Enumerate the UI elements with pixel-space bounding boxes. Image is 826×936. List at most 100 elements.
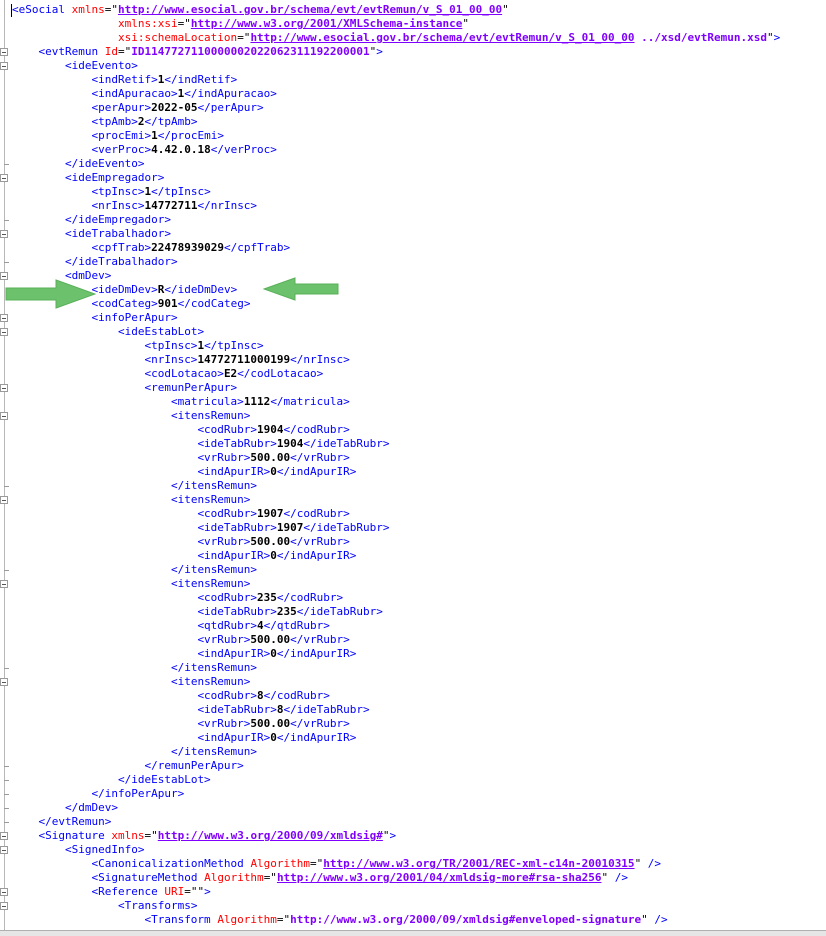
token-tag: <itensRemun> — [170, 675, 251, 688]
token-txt: 1904 — [257, 423, 284, 436]
fold-toggle-icon[interactable] — [0, 678, 8, 686]
fold-end-marker — [4, 780, 9, 781]
xml-editor[interactable]: <eSocial xmlns="http://www.esocial.gov.b… — [0, 0, 826, 930]
fold-toggle-icon[interactable] — [0, 832, 8, 840]
code-area[interactable]: <eSocial xmlns="http://www.esocial.gov.b… — [12, 3, 826, 927]
fold-toggle-icon[interactable] — [0, 888, 8, 896]
token-tag: <ideDmDev> — [91, 283, 158, 296]
code-line: </ideEvento> — [12, 157, 826, 171]
code-line: <indApuracao>1</indApuracao> — [12, 87, 826, 101]
token-tag: </codCateg> — [177, 297, 251, 310]
token-tag: </evtRemun> — [38, 815, 112, 828]
fold-toggle-icon[interactable] — [0, 846, 8, 854]
token-tag: <Transforms> — [117, 899, 198, 912]
fold-toggle-icon[interactable] — [0, 314, 8, 322]
token-txt: 500.00 — [250, 451, 291, 464]
token-tag: <evtRemun — [38, 45, 105, 58]
fold-toggle-icon[interactable] — [0, 902, 8, 910]
token-tag: <indApuracao> — [91, 87, 178, 100]
token-q: =" — [237, 31, 251, 44]
token-tag: <qtdRubr> — [197, 619, 258, 632]
code-line: <ideTabRubr>1907</ideTabRubr> — [12, 521, 826, 535]
token-tag: > — [204, 885, 211, 898]
token-valplain: ../xsd/evtRemun.xsd — [634, 31, 767, 44]
token-tag: </itensRemun> — [170, 661, 258, 674]
token-tag: <eSocial — [12, 3, 72, 16]
token-val: http://www.w3.org/TR/2001/REC-xml-c14n-2… — [323, 857, 635, 870]
fold-toggle-icon[interactable] — [0, 496, 8, 504]
fold-toggle-icon[interactable] — [0, 174, 8, 182]
token-txt: 0 — [270, 549, 277, 562]
token-tag: </itensRemun> — [170, 479, 258, 492]
token-txt: 4.42.0.18 — [151, 143, 211, 156]
token-tag: <indApurIR> — [197, 465, 271, 478]
token-txt: 500.00 — [250, 535, 291, 548]
token-tag: <codRubr> — [197, 423, 258, 436]
token-attr: xmlns — [111, 829, 145, 842]
token-tag: </ideTrabalhador> — [64, 255, 178, 268]
token-tag: <Reference — [91, 885, 165, 898]
token-txt: 14772711 — [144, 199, 198, 212]
token-q: " — [767, 31, 774, 44]
token-tag: /> — [608, 871, 628, 884]
fold-guide-line — [4, 0, 5, 930]
token-tag: <vrRubr> — [197, 717, 251, 730]
token-tag: <ideTabRubr> — [197, 703, 277, 716]
code-line: <evtRemun Id="ID114772711000000202206231… — [12, 45, 826, 59]
code-line: <indApurIR>0</indApurIR> — [12, 647, 826, 661]
token-tag: </procEmi> — [157, 129, 224, 142]
code-line: <infoPerApur> — [12, 311, 826, 325]
token-valplain: http://www.w3.org/2000/09/xmldsig#envelo… — [290, 913, 642, 926]
fold-toggle-icon[interactable] — [0, 328, 8, 336]
fold-end-marker — [4, 262, 9, 263]
code-line: <codLotacao>E2</codLotacao> — [12, 367, 826, 381]
code-line: xsi:schemaLocation="http://www.esocial.g… — [12, 31, 826, 45]
code-line: </ideTrabalhador> — [12, 255, 826, 269]
horizontal-scrollbar[interactable] — [0, 930, 826, 936]
token-tag: </cpfTrab> — [223, 241, 291, 254]
token-tag: <indApurIR> — [197, 731, 271, 744]
code-line: <remunPerApur> — [12, 381, 826, 395]
fold-toggle-icon[interactable] — [0, 384, 8, 392]
token-tag: <indApurIR> — [197, 549, 271, 562]
fold-toggle-icon[interactable] — [0, 62, 8, 70]
token-q: " — [382, 829, 390, 842]
token-tag: <codLotacao> — [144, 367, 224, 380]
fold-toggle-icon[interactable] — [0, 230, 8, 238]
code-line: <codCateg>901</codCateg> — [12, 297, 826, 311]
token-txt: 0 — [270, 731, 277, 744]
token-tag: </tpInsc> — [204, 339, 264, 352]
token-q: =" — [117, 45, 132, 58]
fold-toggle-icon[interactable] — [0, 412, 8, 420]
token-q: ="" — [184, 885, 205, 898]
token-tag: <Signature — [38, 829, 112, 842]
token-q: " — [502, 3, 509, 16]
token-txt: 14772711000199 — [197, 353, 291, 366]
fold-toggle-icon[interactable] — [0, 48, 8, 56]
code-line: <codRubr>1907</codRubr> — [12, 507, 826, 521]
code-line: <verProc>4.42.0.18</verProc> — [12, 143, 826, 157]
token-tag: <itensRemun> — [170, 409, 251, 422]
code-line: <ideTabRubr>8</ideTabRubr> — [12, 703, 826, 717]
token-tag: > — [376, 45, 383, 58]
token-tag: </vrRubr> — [290, 535, 350, 548]
fold-end-marker — [4, 220, 9, 221]
fold-toggle-icon[interactable] — [0, 580, 8, 588]
code-line: <SignedInfo> — [12, 843, 826, 857]
token-tag: </nrInsc> — [197, 199, 258, 212]
